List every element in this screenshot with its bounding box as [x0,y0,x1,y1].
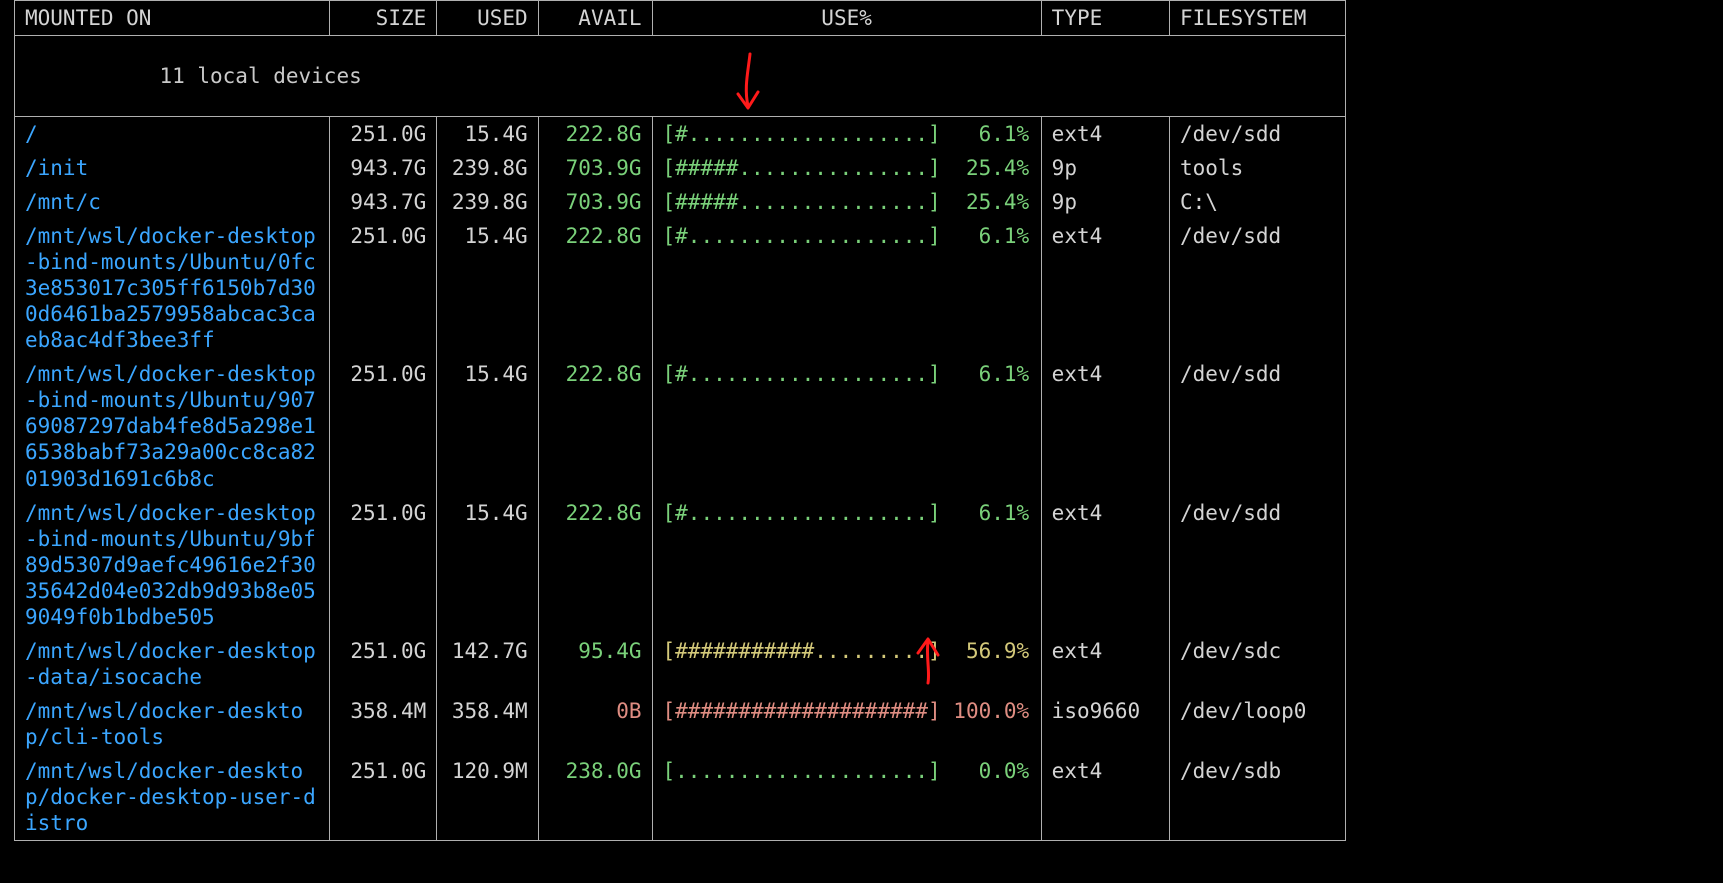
cell-used: 239.8G [437,185,538,219]
terminal-output: 11 local devices MOUNTED ON SIZE USED AV… [0,0,1723,883]
cell-avail: 222.8G [538,117,652,152]
cell-avail: 222.8G [538,496,652,634]
cell-size: 251.0G [329,634,437,694]
cell-used: 358.4M [437,694,538,754]
table-header-row: MOUNTED ON SIZE USED AVAIL USE% TYPE FIL… [15,1,1346,36]
table-row: /mnt/wsl/docker-desktop-bind-mounts/Ubun… [15,357,1346,495]
table-row: /mnt/wsl/docker-desktop-data/isocache251… [15,634,1346,694]
cell-filesystem: /dev/loop0 [1170,694,1346,754]
cell-avail: 703.9G [538,185,652,219]
cell-filesystem: /dev/sdd [1170,117,1346,152]
cell-used: 142.7G [437,634,538,694]
cell-type: ext4 [1041,754,1169,841]
col-avail: AVAIL [538,1,652,36]
cell-size: 358.4M [329,694,437,754]
cell-avail: 0B [538,694,652,754]
cell-type: 9p [1041,151,1169,185]
cell-filesystem: tools [1170,151,1346,185]
cell-type: ext4 [1041,219,1169,357]
col-mounted-on: MOUNTED ON [15,1,330,36]
col-use-pct: USE% [652,1,1041,36]
cell-use-pct: [#####...............] 25.4% [652,151,1041,185]
cell-type: ext4 [1041,357,1169,495]
cell-used: 15.4G [437,496,538,634]
cell-type: iso9660 [1041,694,1169,754]
cell-mount: /mnt/wsl/docker-desktop/docker-desktop-u… [15,754,330,841]
cell-use-pct: [#...................] 6.1% [652,357,1041,495]
cell-filesystem: /dev/sdb [1170,754,1346,841]
table-row: /251.0G15.4G222.8G[#...................]… [15,117,1346,152]
cell-avail: 703.9G [538,151,652,185]
cell-used: 239.8G [437,151,538,185]
cell-used: 15.4G [437,117,538,152]
table-row: /mnt/wsl/docker-desktop/docker-desktop-u… [15,754,1346,841]
cell-size: 251.0G [329,496,437,634]
table-row: /mnt/wsl/docker-desktop-bind-mounts/Ubun… [15,496,1346,634]
cell-use-pct: [....................] 0.0% [652,754,1041,841]
cell-mount: /init [15,151,330,185]
cell-filesystem: /dev/sdd [1170,496,1346,634]
cell-size: 251.0G [329,219,437,357]
table-row: /mnt/wsl/docker-desktop/cli-tools358.4M3… [15,694,1346,754]
cell-mount: /mnt/wsl/docker-desktop-data/isocache [15,634,330,694]
cell-use-pct: [#...................] 6.1% [652,219,1041,357]
cell-mount: /mnt/wsl/docker-desktop-bind-mounts/Ubun… [15,357,330,495]
cell-avail: 222.8G [538,357,652,495]
cell-avail: 222.8G [538,219,652,357]
cell-use-pct: [#...................] 6.1% [652,496,1041,634]
cell-used: 15.4G [437,219,538,357]
col-used: USED [437,1,538,36]
cell-used: 15.4G [437,357,538,495]
cell-use-pct: [#...................] 6.1% [652,117,1041,152]
col-type: TYPE [1041,1,1169,36]
table-row: /mnt/wsl/docker-desktop-bind-mounts/Ubun… [15,219,1346,357]
col-size: SIZE [329,1,437,36]
cell-filesystem: C:\ [1170,185,1346,219]
cell-filesystem: /dev/sdd [1170,357,1346,495]
cell-avail: 95.4G [538,634,652,694]
cell-size: 251.0G [329,117,437,152]
cell-type: ext4 [1041,634,1169,694]
cell-filesystem: /dev/sdd [1170,219,1346,357]
cell-use-pct: [###########.........] 56.9% [652,634,1041,694]
cell-use-pct: [####################] 100.0% [652,694,1041,754]
cell-mount: /mnt/c [15,185,330,219]
cell-type: ext4 [1041,117,1169,152]
cell-mount: /mnt/wsl/docker-desktop-bind-mounts/Ubun… [15,496,330,634]
disk-usage-table: 11 local devices MOUNTED ON SIZE USED AV… [14,0,1346,841]
cell-used: 120.9M [437,754,538,841]
cell-size: 251.0G [329,357,437,495]
col-filesystem: FILESYSTEM [1170,1,1346,36]
cell-size: 943.7G [329,151,437,185]
table-title: 11 local devices [151,61,369,91]
cell-filesystem: /dev/sdc [1170,634,1346,694]
table-row: /init943.7G239.8G703.9G[#####...........… [15,151,1346,185]
cell-use-pct: [#####...............] 25.4% [652,185,1041,219]
cell-mount: /mnt/wsl/docker-desktop/cli-tools [15,694,330,754]
cell-mount: / [15,117,330,152]
cell-avail: 238.0G [538,754,652,841]
cell-type: ext4 [1041,496,1169,634]
table-row: /mnt/c943.7G239.8G703.9G[#####..........… [15,185,1346,219]
cell-size: 943.7G [329,185,437,219]
cell-mount: /mnt/wsl/docker-desktop-bind-mounts/Ubun… [15,219,330,357]
table-body: /251.0G15.4G222.8G[#...................]… [15,117,1346,841]
cell-size: 251.0G [329,754,437,841]
cell-type: 9p [1041,185,1169,219]
